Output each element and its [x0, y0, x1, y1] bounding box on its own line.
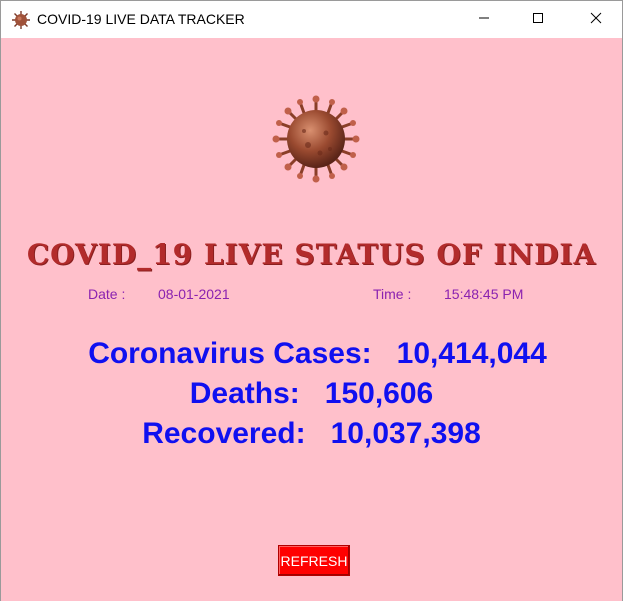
minimize-button[interactable]: [461, 1, 507, 38]
deaths-label: Deaths:: [189, 377, 300, 410]
maximize-icon: [532, 11, 544, 29]
page-title: COVID_19 LIVE STATUS OF INDIA: [26, 238, 597, 271]
time-label: Time :: [373, 286, 412, 302]
recovered-stat: Recovered: 10,037,398: [1, 417, 622, 451]
main-panel: COVID_19 LIVE STATUS OF INDIA Date : 08-…: [1, 38, 622, 601]
cases-label: Coronavirus Cases:: [88, 337, 372, 370]
app-window: COVID-19 LIVE DATA TRACKER COVID_19 LIVE…: [0, 0, 623, 601]
title-bar[interactable]: COVID-19 LIVE DATA TRACKER: [1, 1, 622, 38]
date-value: 08-01-2021: [158, 286, 230, 302]
date-label: Date :: [88, 286, 126, 302]
maximize-button[interactable]: [515, 1, 561, 38]
window-title: COVID-19 LIVE DATA TRACKER: [37, 11, 245, 27]
close-button[interactable]: [573, 1, 619, 38]
time-value: 15:48:45 PM: [444, 286, 524, 302]
deaths-stat: Deaths: 150,606: [1, 377, 622, 411]
recovered-value: 10,037,398: [330, 417, 481, 450]
minimize-icon: [478, 11, 490, 29]
deaths-value: 150,606: [324, 377, 434, 410]
virus-image-icon: [270, 93, 362, 185]
refresh-button[interactable]: REFRESH: [278, 545, 350, 576]
cases-value: 10,414,044: [396, 337, 547, 370]
virus-icon: [11, 10, 31, 30]
close-icon: [590, 11, 602, 29]
cases-stat: Coronavirus Cases: 10,414,044: [7, 337, 623, 371]
recovered-label: Recovered:: [142, 417, 306, 450]
